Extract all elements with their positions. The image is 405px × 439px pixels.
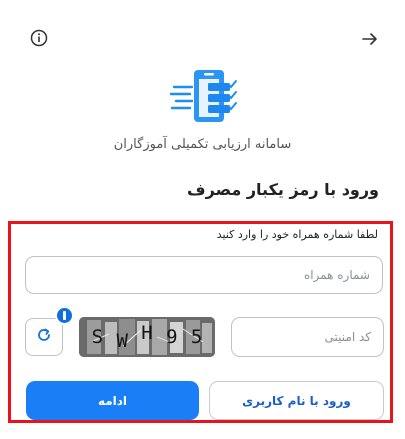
info-icon[interactable]: [30, 29, 48, 47]
captcha-char: S: [91, 326, 104, 348]
phone-hint-label: لطفا شماره همراه خود را وارد کنید: [216, 228, 378, 241]
continue-button[interactable]: ادامه: [26, 381, 199, 420]
captcha-char: H: [141, 322, 153, 344]
arrow-right-icon[interactable]: [360, 29, 380, 49]
checklist-clipboard-icon: [169, 67, 240, 127]
captcha-char: 9: [166, 326, 178, 348]
captcha-input[interactable]: [231, 317, 384, 357]
app-title: سامانه ارزیابی تکمیلی آموزگاران: [113, 137, 292, 152]
refresh-icon: [36, 327, 52, 347]
captcha-char: W: [116, 330, 128, 352]
form-title: ورود با رمز یکبار مصرف: [187, 180, 379, 199]
login-card: سامانه ارزیابی تکمیلی آموزگاران ورود با …: [0, 0, 405, 439]
captcha-code: S W H 9 5: [79, 317, 215, 357]
captcha-refresh-button[interactable]: [25, 318, 63, 356]
captcha-char: 5: [190, 326, 203, 348]
info-badge-icon: [55, 306, 74, 325]
phone-number-input[interactable]: [25, 256, 383, 294]
username-login-button[interactable]: ورود با نام کاربری: [209, 381, 384, 420]
captcha-image: S W H 9 5: [79, 317, 215, 357]
